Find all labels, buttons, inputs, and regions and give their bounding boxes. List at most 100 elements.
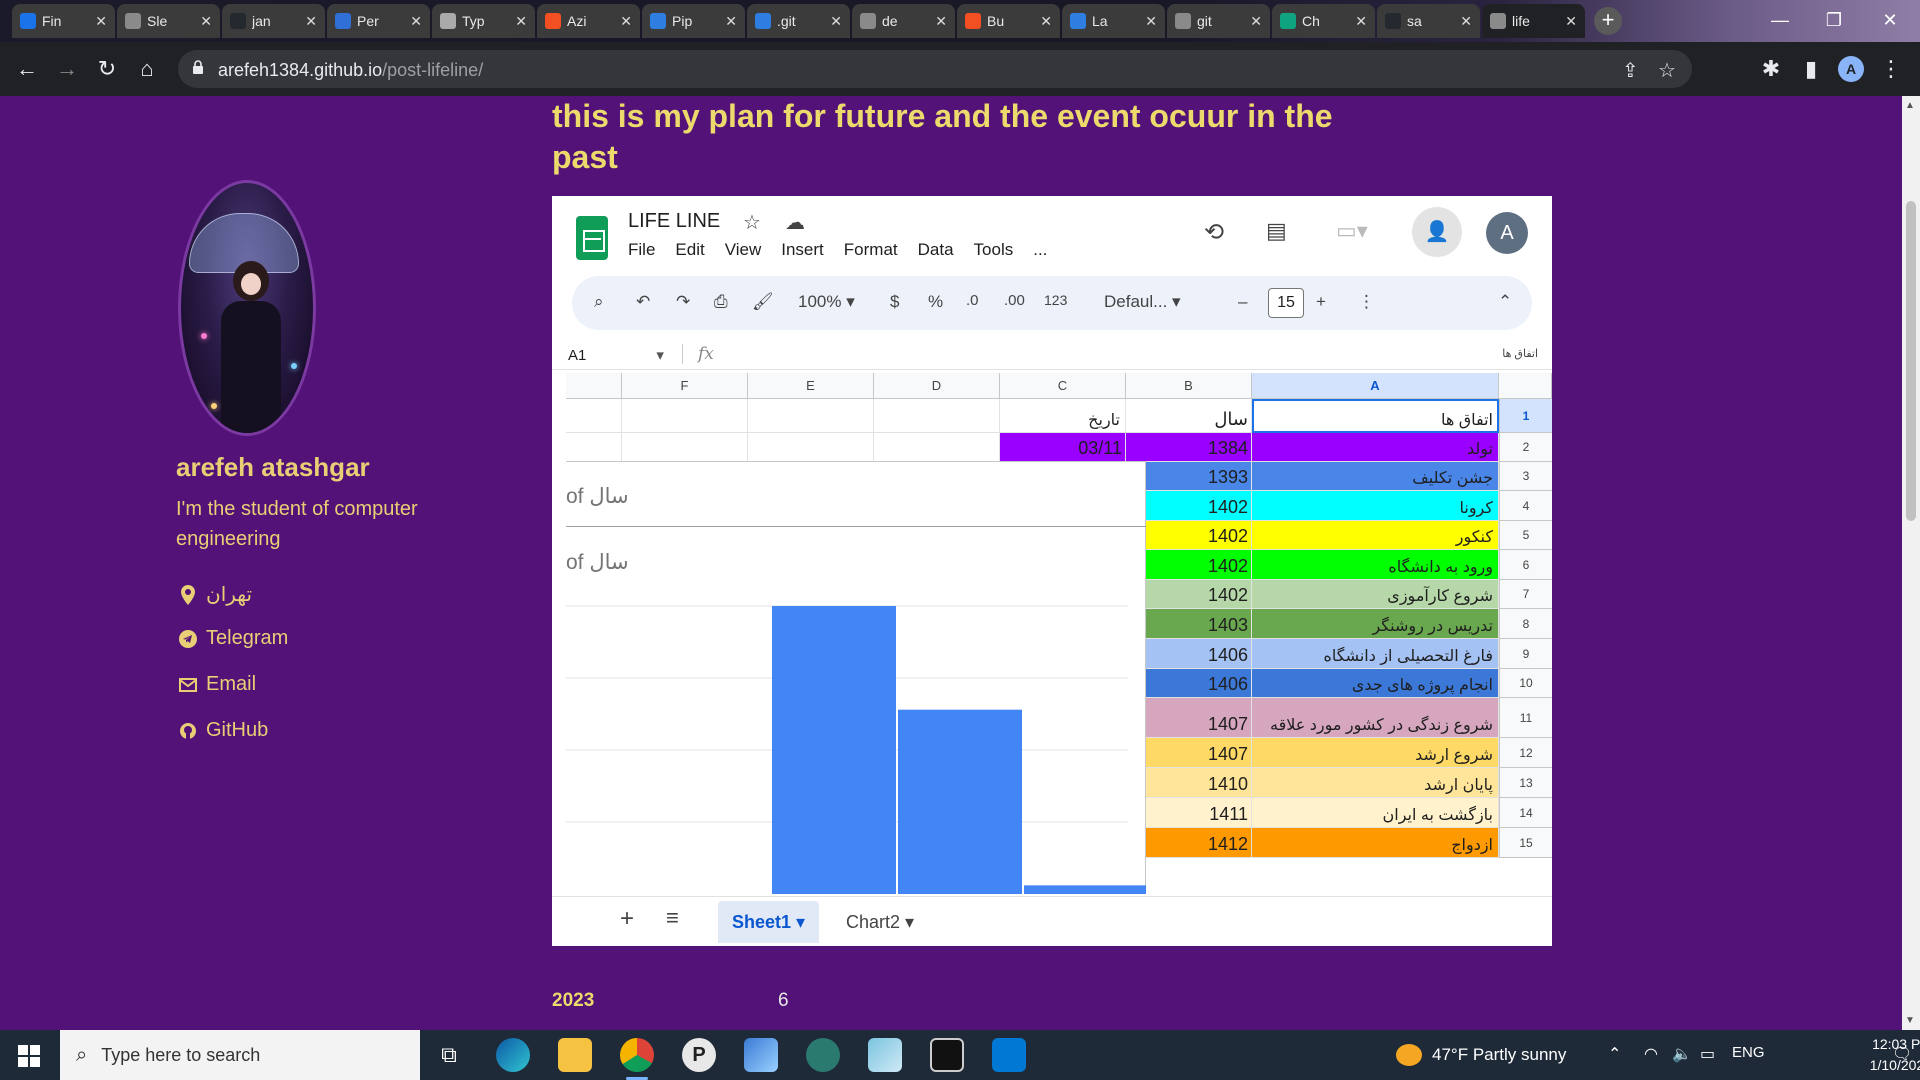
extensions-icon[interactable]: ✱ xyxy=(1756,54,1786,84)
table-cell[interactable] xyxy=(566,433,622,462)
table-cell[interactable]: تاریخ xyxy=(1000,399,1126,433)
browser-tab[interactable]: Per ✕ xyxy=(327,4,430,38)
meet-icon[interactable]: ▭▾ xyxy=(1336,218,1368,244)
column-header[interactable]: E xyxy=(748,373,874,399)
chart-bar[interactable] xyxy=(772,606,896,894)
table-cell[interactable]: شروع کارآموزی xyxy=(1252,580,1499,609)
app-icon[interactable] xyxy=(806,1038,840,1072)
tab-close-icon[interactable]: ✕ xyxy=(1460,13,1472,30)
menu-item[interactable]: Format xyxy=(844,240,898,260)
undo-icon[interactable]: ↶ xyxy=(636,292,650,312)
telegram-link[interactable]: Telegram xyxy=(178,627,288,650)
percent-format-button[interactable]: % xyxy=(928,292,943,312)
menu-item[interactable]: ... xyxy=(1033,240,1047,260)
table-cell[interactable]: 1384 xyxy=(1126,433,1252,462)
row-header[interactable]: 8 xyxy=(1499,609,1552,639)
table-cell[interactable]: جشن تکلیف xyxy=(1252,462,1499,491)
table-cell[interactable]: کنکور xyxy=(1252,521,1499,550)
browser-tab[interactable]: Pip ✕ xyxy=(642,4,745,38)
browser-tab[interactable]: Sle ✕ xyxy=(117,4,220,38)
scroll-up-icon[interactable]: ▲ xyxy=(1905,100,1915,111)
name-box[interactable]: A1 ▾ xyxy=(568,346,664,364)
version-history-icon[interactable]: ⟲ xyxy=(1204,218,1224,247)
row-header[interactable]: 3 xyxy=(1499,462,1552,491)
share-user-icon[interactable]: 👤 xyxy=(1412,207,1462,257)
browser-tab[interactable]: La ✕ xyxy=(1062,4,1165,38)
tab-close-icon[interactable]: ✕ xyxy=(1565,13,1577,30)
column-header[interactable]: B xyxy=(1126,373,1252,399)
browser-tab[interactable]: git ✕ xyxy=(1167,4,1270,38)
tab-close-icon[interactable]: ✕ xyxy=(305,13,317,30)
tab-sheet1[interactable]: Sheet1 ▾ xyxy=(718,901,820,943)
table-cell[interactable]: بازگشت به ایران xyxy=(1252,798,1499,828)
tab-close-icon[interactable]: ✕ xyxy=(1250,13,1262,30)
notifications-icon[interactable]: 🗨 xyxy=(1892,1044,1912,1064)
table-cell[interactable]: 03/11 xyxy=(1000,433,1126,462)
menu-item[interactable]: File xyxy=(628,240,655,260)
tab-close-icon[interactable]: ✕ xyxy=(830,13,842,30)
chart-bar[interactable] xyxy=(898,709,1022,894)
edge-app-icon[interactable] xyxy=(496,1038,530,1072)
table-cell[interactable] xyxy=(874,433,1000,462)
column-header[interactable]: F xyxy=(622,373,748,399)
menu-item[interactable]: Edit xyxy=(675,240,704,260)
row-header[interactable]: 7 xyxy=(1499,580,1552,609)
bar-chart[interactable]: of سال of سال xyxy=(566,461,1146,894)
tab-close-icon[interactable]: ✕ xyxy=(410,13,422,30)
browser-tab[interactable]: .git ✕ xyxy=(747,4,850,38)
font-select[interactable]: Defaul... ▾ xyxy=(1104,292,1181,312)
table-cell[interactable] xyxy=(874,399,1000,433)
cloud-status-icon[interactable]: ☁ xyxy=(785,210,805,235)
row-header[interactable]: 14 xyxy=(1499,798,1552,828)
table-cell[interactable]: کرونا xyxy=(1252,491,1499,521)
wifi-icon[interactable]: ◠ xyxy=(1644,1044,1658,1064)
table-cell[interactable]: سال xyxy=(1126,399,1252,433)
chart-bar[interactable] xyxy=(1024,885,1146,894)
volume-icon[interactable]: 🔈 xyxy=(1672,1044,1692,1064)
table-cell[interactable]: شروع ارشد xyxy=(1252,738,1499,768)
side-panel-icon[interactable]: ▮ xyxy=(1796,54,1826,84)
embedded-google-sheet[interactable]: LIFE LINE ☆ ☁ File Edit View Insert Format Da… xyxy=(552,196,1552,946)
column-header[interactable] xyxy=(566,373,622,399)
table-cell[interactable]: اتفاق ها xyxy=(1252,399,1499,433)
redo-icon[interactable]: ↷ xyxy=(676,292,690,312)
reload-icon[interactable]: ↻ xyxy=(92,54,122,84)
increase-decimal-button[interactable]: .00 xyxy=(1004,292,1025,309)
tab-close-icon[interactable]: ✕ xyxy=(200,13,212,30)
star-icon[interactable]: ☆ xyxy=(743,210,761,235)
browser-tab[interactable]: Bu ✕ xyxy=(957,4,1060,38)
menu-item[interactable]: Data xyxy=(918,240,954,260)
row-header[interactable]: 6 xyxy=(1499,550,1552,580)
print-icon[interactable]: ⎙ xyxy=(714,292,728,312)
table-cell[interactable]: ازدواج xyxy=(1252,828,1499,858)
github-link[interactable]: GitHub xyxy=(178,719,268,742)
email-link[interactable]: Email xyxy=(178,673,256,696)
table-cell[interactable]: فارغ التحصیلی از دانشگاه xyxy=(1252,639,1499,669)
table-cell[interactable] xyxy=(566,399,622,433)
chrome-app-icon[interactable] xyxy=(620,1038,654,1080)
menu-item[interactable]: Tools xyxy=(974,240,1014,260)
url-input[interactable]: arefeh1384.github.io/post-lifeline/ ☆ ⇪ xyxy=(178,50,1692,88)
column-header[interactable]: C xyxy=(1000,373,1126,399)
collapse-toolbar-icon[interactable]: ⌃ xyxy=(1498,292,1512,312)
table-cell[interactable] xyxy=(748,399,874,433)
table-cell[interactable] xyxy=(748,433,874,462)
font-size-input[interactable]: 15 xyxy=(1268,288,1304,318)
back-icon[interactable]: ← xyxy=(12,54,42,84)
table-cell[interactable]: شروع زندگی در کشور مورد علاقه xyxy=(1252,698,1499,738)
new-tab-button[interactable]: + xyxy=(1594,7,1622,35)
home-icon[interactable]: ⌂ xyxy=(132,54,162,84)
row-header[interactable]: 9 xyxy=(1499,639,1552,669)
maximize-icon[interactable]: ❐ xyxy=(1806,0,1862,40)
currency-format-button[interactable]: $ xyxy=(890,292,899,312)
table-cell[interactable]: تولد xyxy=(1252,433,1499,462)
task-view-icon[interactable]: ⧉ xyxy=(432,1038,466,1072)
add-sheet-icon[interactable]: + xyxy=(620,905,634,933)
more-options-icon[interactable]: ⋮ xyxy=(1358,292,1375,312)
row-header[interactable]: 4 xyxy=(1499,491,1552,521)
windows-start-icon[interactable] xyxy=(18,1045,40,1067)
taskbar-search-input[interactable]: ⌕ Type here to search xyxy=(60,1030,420,1080)
terminal-app-icon[interactable] xyxy=(930,1038,964,1072)
menu-item[interactable]: Insert xyxy=(781,240,824,260)
formula-input[interactable]: اتفاق ها xyxy=(1502,347,1538,360)
